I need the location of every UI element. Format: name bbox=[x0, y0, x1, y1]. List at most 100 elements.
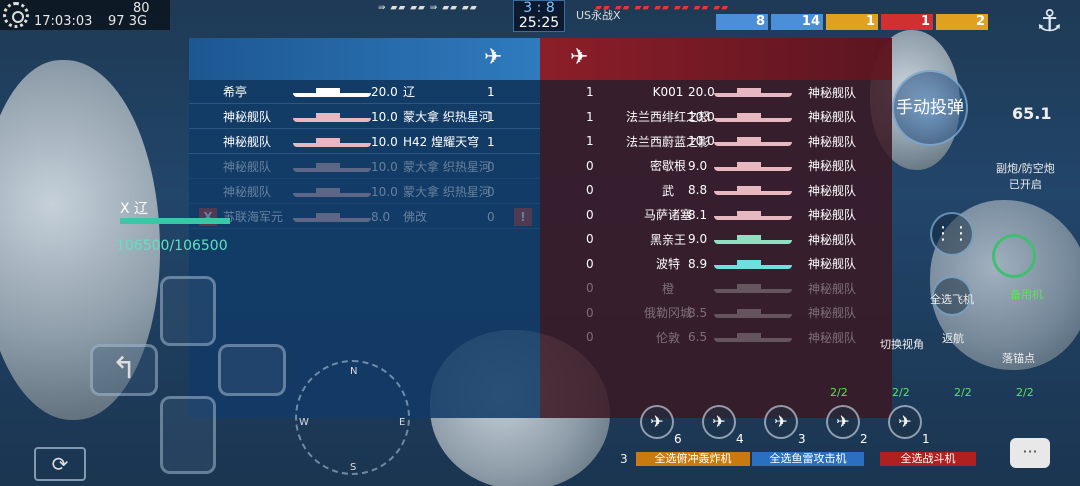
deck-count: 3 bbox=[620, 452, 628, 466]
enemy-row: 0 密歇根 9.0 神秘舰队 bbox=[540, 154, 892, 178]
steer-up-button[interactable] bbox=[160, 276, 216, 346]
ship-silhouette-icon bbox=[714, 259, 792, 269]
player-name: 神秘舰队 bbox=[808, 183, 857, 198]
unit-counter: 8 bbox=[716, 14, 768, 30]
kill-count: 0 bbox=[487, 159, 495, 174]
backup-plane-icon[interactable] bbox=[992, 234, 1036, 278]
aircraft-count: 6 bbox=[674, 432, 682, 446]
ship-silhouette-icon bbox=[714, 308, 792, 318]
swap-ship-button[interactable]: ⟳ bbox=[34, 447, 86, 481]
ship-silhouette-icon bbox=[714, 210, 792, 220]
network-status: 97 3G bbox=[108, 14, 148, 29]
chat-icon[interactable]: ··· bbox=[1010, 438, 1050, 468]
steer-right-button[interactable] bbox=[218, 344, 286, 396]
ship-rating: 8.9 bbox=[688, 256, 708, 271]
kill-count: 0 bbox=[586, 207, 594, 222]
steer-down-button[interactable] bbox=[160, 396, 216, 474]
ally-row: 神秘舰队 10.0 蒙大拿 织热星河 0 bbox=[189, 155, 540, 179]
match-timer: 25:25 bbox=[518, 15, 560, 31]
aircraft-icon[interactable]: ✈ bbox=[640, 405, 674, 439]
ally-flags: ⇛ ▰▰ ▰▰ ⇛ ▰▰ ▰▰ bbox=[378, 3, 478, 13]
clock: 17:03:03 bbox=[34, 14, 93, 29]
ally-header: ✈ bbox=[189, 38, 540, 80]
manual-drop-button[interactable]: 手动投弹 bbox=[892, 70, 968, 146]
kill-count: 0 bbox=[586, 183, 594, 197]
select-squadron-button[interactable]: 全选鱼雷攻击机 bbox=[752, 452, 864, 466]
enemy-player-name: US永战X bbox=[576, 9, 621, 22]
backup-plane-label: 备用机 bbox=[1010, 288, 1043, 301]
ship-rating: 10.0 bbox=[371, 134, 398, 149]
player-name: 苏联海军元 bbox=[223, 210, 284, 224]
squadron-menu-button[interactable]: ⋮⋮ bbox=[930, 212, 974, 256]
squadron-fraction: 2/2 bbox=[1016, 386, 1034, 399]
aircraft-count: 1 bbox=[922, 432, 930, 446]
kill-count: 0 bbox=[586, 256, 594, 271]
alert-icon[interactable]: ! bbox=[514, 208, 532, 226]
ship-name: 辽 bbox=[403, 85, 416, 99]
carrier-plane-icon: ✈ bbox=[570, 45, 589, 70]
ship-rating: 8.8 bbox=[688, 183, 708, 197]
player-name: 神秘舰队 bbox=[808, 232, 857, 247]
compass: N S W E bbox=[295, 360, 410, 475]
unit-counter: 1 bbox=[826, 14, 878, 30]
ship-rating: 8.0 bbox=[371, 209, 391, 224]
ally-row: 神秘舰队 10.0 蒙大拿 织热星河 0 bbox=[189, 180, 540, 204]
aircraft-icon[interactable]: ✈ bbox=[702, 405, 736, 439]
enemy-row: 0 俄勒冈城 8.5 神秘舰队 bbox=[540, 301, 892, 325]
kill-count: 0 bbox=[586, 330, 594, 344]
ship-rating: 20.0 bbox=[371, 84, 398, 99]
kill-count: 0 bbox=[586, 232, 594, 246]
enemy-row: 1 法兰西蔚蓝之影 10.0 神秘舰队 bbox=[540, 129, 892, 153]
enemy-row: 0 马萨诸塞 8.1 神秘舰队 bbox=[540, 203, 892, 227]
carrier-plane-icon: ✈ bbox=[484, 45, 503, 70]
ship-rating: 6.5 bbox=[688, 330, 708, 344]
ship-silhouette-icon bbox=[714, 234, 792, 244]
select-all-planes-label: 全选飞机 bbox=[930, 293, 974, 306]
aircraft-icon[interactable]: ✈ bbox=[888, 405, 922, 439]
player-ship-name: X 辽 bbox=[120, 201, 149, 217]
aircraft-count: 3 bbox=[798, 432, 806, 446]
player-hp-text: 106500/106500 bbox=[116, 238, 228, 254]
kill-count: 0 bbox=[586, 281, 594, 295]
anchor-point-label[interactable]: 落锚点 bbox=[1002, 350, 1035, 366]
aircraft-icon[interactable]: ✈ bbox=[826, 405, 860, 439]
squadron-fraction: 2/2 bbox=[954, 386, 972, 399]
aa-status: 副炮/防空炮 已开启 bbox=[996, 162, 1055, 191]
return-label[interactable]: 返航 bbox=[942, 330, 964, 346]
kill-count: 1 bbox=[487, 134, 495, 149]
ship-silhouette-icon bbox=[293, 162, 371, 172]
ship-name: 蒙大拿 织热星河 bbox=[403, 185, 491, 199]
scoreboard-panel: ✈ ✈ 希亭 20.0 辽 1 神秘舰队 10.0 蒙大拿 织热星河 1 神秘舰队 10.0 H42… bbox=[189, 38, 892, 418]
player-name: 神秘舰队 bbox=[808, 159, 857, 173]
kill-count: 1 bbox=[487, 84, 495, 99]
switch-view-label[interactable]: 切换视角 bbox=[880, 336, 924, 352]
ship-rating: 10.0 bbox=[688, 134, 715, 148]
player-hp-bar bbox=[120, 218, 230, 224]
ship-silhouette-icon bbox=[293, 137, 371, 147]
ally-row: X 苏联海军元 8.0 佛改 0! bbox=[189, 205, 540, 229]
ship-rating: 8.5 bbox=[688, 305, 708, 320]
player-name: 神秘舰队 bbox=[808, 257, 857, 271]
player-name: 神秘舰队 bbox=[223, 185, 272, 199]
select-squadron-button[interactable]: 全选俯冲轰炸机 bbox=[636, 452, 750, 466]
ship-rating: 10.0 bbox=[371, 159, 398, 174]
ship-silhouette-icon bbox=[293, 87, 371, 97]
speed-readout: 65.1 bbox=[1012, 104, 1052, 123]
unit-counter: 1 bbox=[881, 14, 933, 30]
aircraft-icon[interactable]: ✈ bbox=[764, 405, 798, 439]
steer-left-button[interactable]: ↰ bbox=[90, 344, 158, 396]
squadron-fraction: 2/2 bbox=[892, 386, 910, 399]
ship-silhouette-icon bbox=[293, 212, 371, 222]
unit-counter: 2 bbox=[936, 14, 988, 30]
compass-n: N bbox=[350, 366, 358, 377]
select-squadron-button[interactable]: 全选战斗机 bbox=[880, 452, 976, 466]
anchor-icon[interactable]: ⚓ bbox=[1036, 4, 1063, 39]
ship-silhouette-icon bbox=[714, 87, 792, 97]
ship-rating: 10.0 bbox=[688, 109, 715, 124]
kill-count: 0 bbox=[487, 184, 495, 199]
enemy-row: 0 黑亲王 9.0 神秘舰队 bbox=[540, 227, 892, 251]
player-name: 神秘舰队 bbox=[223, 160, 272, 174]
enemy-row: 0 武 8.8 神秘舰队 bbox=[540, 178, 892, 202]
settings-gear-icon[interactable] bbox=[3, 2, 29, 28]
ship-silhouette-icon bbox=[714, 161, 792, 171]
